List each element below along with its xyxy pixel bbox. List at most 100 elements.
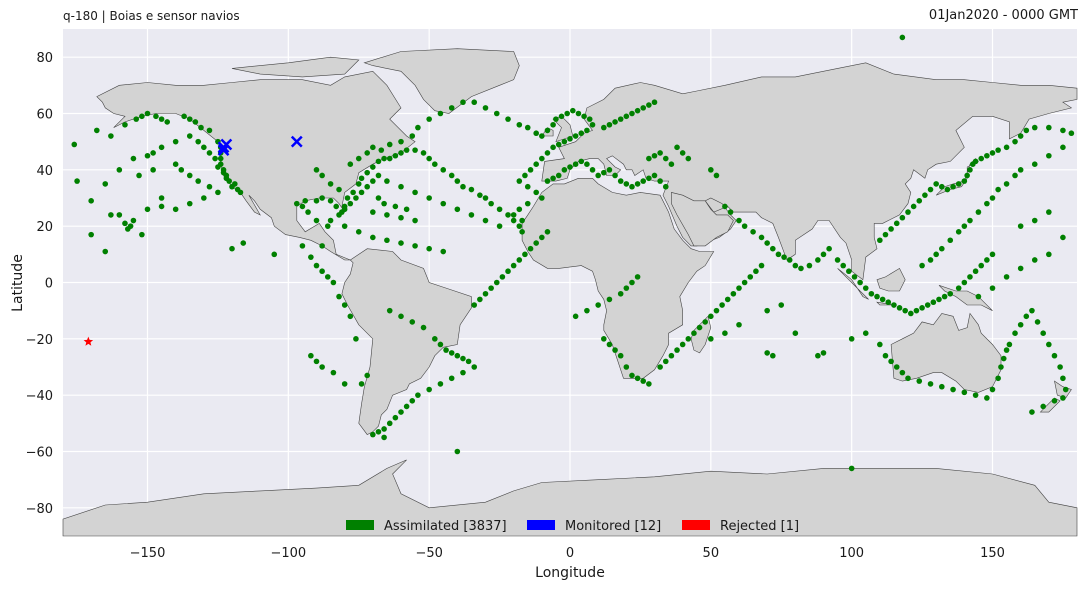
point-assimilated [572, 161, 579, 167]
point-assimilated [972, 268, 979, 275]
point-assimilated [848, 465, 855, 472]
point-assimilated [164, 119, 171, 125]
point-assimilated [891, 302, 897, 308]
point-assimilated [516, 223, 523, 229]
point-assimilated [792, 262, 799, 269]
point-assimilated [398, 214, 404, 221]
point-assimilated [947, 290, 954, 297]
point-assimilated [989, 251, 996, 258]
point-assimilated [215, 164, 221, 170]
point-assimilated [933, 181, 939, 187]
point-assimilated [398, 150, 404, 156]
point-assimilated [612, 347, 618, 353]
point-assimilated [313, 167, 320, 173]
point-assimilated [544, 127, 551, 134]
point-assimilated [1031, 257, 1038, 263]
point-assimilated [1057, 364, 1063, 370]
legend-swatch [682, 520, 710, 530]
point-assimilated [939, 183, 945, 190]
point-assimilated [319, 268, 325, 275]
point-assimilated [381, 200, 387, 207]
point-assimilated [589, 167, 596, 173]
point-assimilated [719, 302, 725, 308]
point-assimilated [195, 138, 201, 145]
point-assimilated [324, 274, 331, 280]
point-assimilated [398, 409, 404, 415]
point-assimilated [708, 167, 714, 173]
point-assimilated [330, 369, 337, 376]
point-assimilated [482, 105, 489, 111]
point-assimilated [815, 257, 821, 263]
point-assimilated [561, 138, 568, 145]
point-assimilated [386, 420, 393, 427]
point-assimilated [708, 336, 714, 342]
point-assimilated [533, 240, 539, 246]
point-assimilated [344, 195, 351, 201]
point-assimilated [370, 164, 376, 170]
point-assimilated [826, 245, 832, 252]
point-assimilated [634, 181, 641, 187]
point-assimilated [398, 138, 404, 145]
point-assimilated [770, 352, 776, 359]
point-assimilated [378, 147, 385, 153]
point-assimilated [127, 223, 134, 229]
point-assimilated [313, 262, 320, 269]
point-assimilated [305, 209, 311, 215]
point-assimilated [448, 172, 455, 179]
point-assimilated [74, 178, 80, 184]
point-assimilated [572, 133, 579, 139]
point-assimilated [496, 223, 503, 229]
point-assimilated [646, 175, 652, 182]
point-assimilated [1003, 181, 1010, 187]
point-assimilated [640, 378, 647, 384]
point-assimilated [989, 285, 996, 291]
point-assimilated [215, 189, 221, 196]
point-assimilated [139, 231, 145, 238]
point-assimilated [640, 178, 647, 184]
point-assimilated [578, 130, 585, 137]
legend-label: Monitored [12] [565, 519, 661, 534]
point-assimilated [617, 116, 624, 122]
legend-label: Rejected [1] [720, 519, 799, 534]
point-assimilated [341, 381, 348, 387]
point-assimilated [493, 110, 500, 117]
point-assimilated [519, 229, 525, 235]
point-assimilated [116, 167, 123, 173]
point-assimilated [910, 203, 917, 210]
point-assimilated [330, 279, 337, 286]
point-assimilated [158, 144, 165, 151]
point-assimilated [206, 127, 213, 134]
point-assimilated [172, 138, 179, 145]
point-assimilated [936, 296, 942, 303]
point-assimilated [370, 178, 376, 184]
point-assimilated [437, 110, 444, 117]
point-assimilated [713, 172, 720, 179]
point-assimilated [319, 195, 325, 201]
point-assimilated [336, 212, 342, 218]
point-assimilated [651, 99, 658, 106]
point-assimilated [798, 265, 804, 272]
point-assimilated [364, 169, 371, 176]
point-assimilated [586, 116, 593, 122]
point-assimilated [1031, 124, 1038, 131]
point-assimilated [522, 251, 528, 258]
point-assimilated [341, 302, 348, 308]
point-assimilated [623, 113, 630, 120]
point-assimilated [916, 198, 923, 204]
point-assimilated [967, 167, 973, 173]
point-assimilated [527, 167, 534, 173]
point-assimilated [584, 127, 590, 134]
point-assimilated [437, 381, 444, 387]
point-assimilated [584, 161, 590, 167]
point-assimilated [1051, 352, 1058, 359]
point-assimilated [1060, 395, 1066, 401]
point-assimilated [102, 181, 109, 187]
point-assimilated [386, 141, 393, 148]
point-assimilated [668, 161, 675, 167]
point-assimilated [1046, 152, 1052, 159]
point-assimilated [893, 364, 900, 370]
point-assimilated [629, 183, 635, 190]
x-tick-label: −100 [270, 546, 306, 561]
legend: Assimilated [3837] Monitored [12] Rejected… [346, 519, 799, 534]
point-assimilated [978, 155, 985, 162]
